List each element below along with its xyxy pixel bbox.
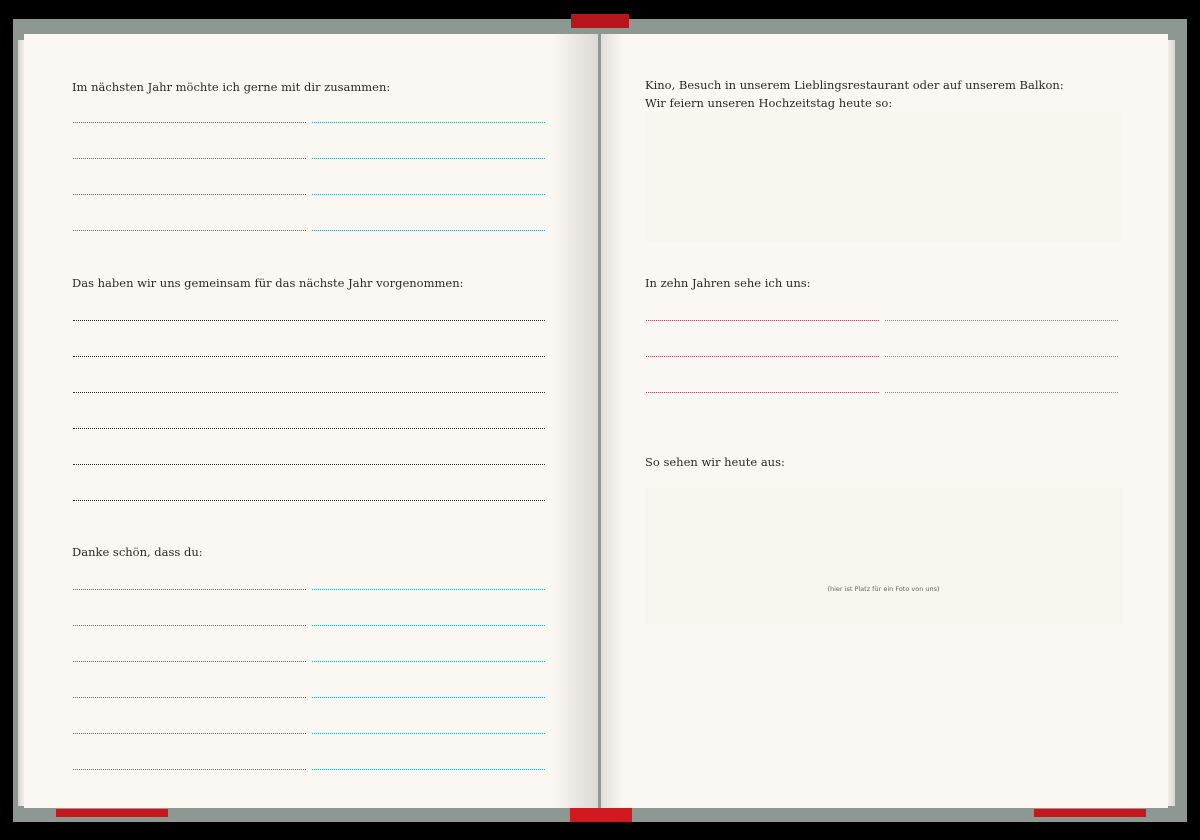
write-line-partner-a[interactable]	[646, 356, 879, 357]
photo-placeholder[interactable]: (hier ist Platz für ein Foto von uns)	[645, 488, 1122, 624]
write-line-shared[interactable]	[73, 392, 545, 393]
section-heading-photo: So sehen wir heute aus:	[645, 455, 785, 469]
write-line-partner-a[interactable]	[73, 230, 306, 231]
write-line-partner-b[interactable]	[312, 122, 545, 123]
write-line-partner-b[interactable]	[312, 194, 545, 195]
bookmark-ribbon-spine	[570, 808, 632, 822]
write-line-shared[interactable]	[73, 428, 545, 429]
write-line-shared[interactable]	[73, 464, 545, 465]
write-line-partner-b[interactable]	[885, 356, 1118, 357]
write-line-partner-a[interactable]	[646, 392, 879, 393]
write-line-shared[interactable]	[73, 500, 545, 501]
celebrate-write-area[interactable]	[645, 112, 1122, 242]
write-line-partner-b[interactable]	[312, 661, 545, 662]
write-line-partner-a[interactable]	[73, 697, 306, 698]
section-heading-next-year-together: Im nächsten Jahr möchte ich gerne mit di…	[72, 80, 391, 94]
left-page	[24, 34, 598, 808]
section-heading-ten-years: In zehn Jahren sehe ich uns:	[645, 276, 811, 290]
section-heading-resolutions: Das haben wir uns gemeinsam für das näch…	[72, 276, 464, 290]
write-line-partner-b[interactable]	[312, 697, 545, 698]
bookmark-ribbon-right	[1034, 809, 1146, 817]
write-line-partner-a[interactable]	[73, 158, 306, 159]
write-line-partner-a[interactable]	[73, 589, 306, 590]
photo-caption: (hier ist Platz für ein Foto von uns)	[827, 585, 940, 593]
write-line-partner-b[interactable]	[885, 392, 1118, 393]
write-line-partner-a[interactable]	[646, 320, 879, 321]
write-line-partner-b[interactable]	[885, 320, 1118, 321]
write-line-partner-b[interactable]	[312, 733, 545, 734]
write-line-partner-a[interactable]	[73, 194, 306, 195]
page-edge-right	[1168, 40, 1175, 806]
write-line-partner-b[interactable]	[312, 625, 545, 626]
section-heading-thank-you: Danke schön, dass du:	[72, 545, 203, 559]
write-line-partner-a[interactable]	[73, 733, 306, 734]
write-line-partner-a[interactable]	[73, 661, 306, 662]
write-line-partner-a[interactable]	[73, 122, 306, 123]
write-line-partner-a[interactable]	[73, 769, 306, 770]
write-line-partner-b[interactable]	[312, 230, 545, 231]
celebrate-heading: Wir feiern unseren Hochzeitstag heute so…	[645, 96, 893, 110]
spine-top-ribbon	[571, 14, 629, 28]
write-line-partner-b[interactable]	[312, 158, 545, 159]
write-line-partner-b[interactable]	[312, 589, 545, 590]
write-line-partner-b[interactable]	[312, 769, 545, 770]
bookmark-ribbon-left	[56, 809, 168, 817]
write-line-shared[interactable]	[73, 356, 545, 357]
write-line-partner-a[interactable]	[73, 625, 306, 626]
celebrate-intro: Kino, Besuch in unserem Lieblingsrestaur…	[645, 78, 1064, 92]
write-line-shared[interactable]	[73, 320, 545, 321]
